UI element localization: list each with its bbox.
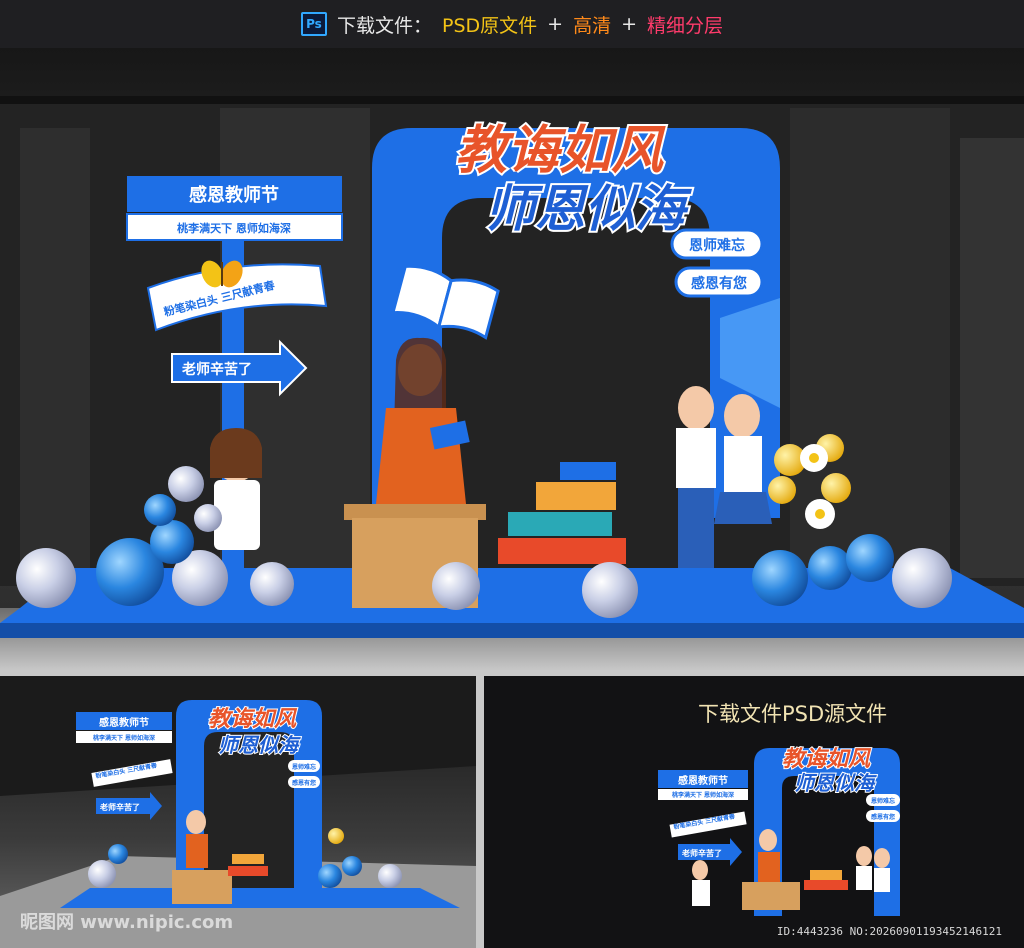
preview-sign-subtitle: 桃李满天下 恩师如海深 (672, 791, 734, 799)
page: Ps 下载文件： PSD原文件 + 高清 + 精细分层 教诲如风 师恩似海 恩师… (0, 0, 1024, 948)
preview-sign-title: 感恩教师节 (678, 774, 728, 787)
small-sign-title: 感恩教师节 (99, 716, 149, 729)
watermark-logo: 昵图网 www.nipic.com (20, 912, 234, 933)
download-header: Ps 下载文件： PSD原文件 + 高清 + 精细分层 (0, 0, 1024, 48)
preview-bubble2: 感恩有您 (871, 813, 895, 821)
download-label: 下载文件： (336, 14, 432, 37)
arrow-sign-label: 老师辛苦了 (182, 361, 252, 378)
sign-title: 感恩教师节 (189, 184, 279, 206)
preview-arrow-label: 老师辛苦了 (681, 848, 722, 858)
small-bubble1: 恩师难忘 (292, 763, 316, 771)
preview-bubble1: 恩师难忘 (871, 797, 895, 805)
bubble-grateful: 感恩有您 (691, 275, 747, 292)
main-render: 教诲如风 师恩似海 恩师难忘 感恩有您 感恩教师节 桃李满天下 恩师如海深 粉笔… (0, 48, 1024, 670)
photoshop-icon: Ps (300, 12, 327, 36)
small-bubble2: 感恩有您 (292, 779, 316, 787)
main-scene-svg: 教诲如风 师恩似海 恩师难忘 感恩有您 感恩教师节 桃李满天下 恩师如海深 粉笔… (0, 96, 1024, 670)
title-line1: 教诲如风 (455, 120, 666, 181)
preview-title-line2: 师恩似海 (794, 771, 877, 795)
student-figure-left (210, 428, 262, 550)
watermark-id: ID:4443236 NO:20260901193452146121 (776, 925, 1002, 938)
small-title-line2: 师恩似海 (218, 733, 301, 757)
layers-label: 精细分层 (647, 14, 724, 37)
small-title-line1: 教诲如风 (208, 706, 298, 732)
small-render: 教诲如风 师恩似海 感恩教师节 桃李满天下 恩师如海深 粉笔染白头 三尺献青春 … (0, 676, 476, 948)
small-arrow-label: 老师辛苦了 (99, 802, 140, 812)
flat-preview: 下载文件PSD源文件 教诲如风 师恩似海 感恩教师节 桃李满天下 恩师如海深 粉… (484, 676, 1024, 948)
plus-sign: + (547, 13, 564, 35)
hd-label: 高清 (573, 14, 612, 37)
plus-sign: + (621, 13, 637, 35)
psd-label: PSD原文件 (441, 14, 538, 37)
small-sign-subtitle: 桃李满天下 恩师如海深 (93, 734, 155, 742)
preview-download-text: 下载文件PSD源文件 (698, 702, 888, 726)
preview-title-line1: 教诲如风 (782, 746, 872, 772)
student-figure-boy (676, 386, 716, 568)
sign-subtitle: 桃李满天下 恩师如海深 (177, 221, 291, 235)
divider (476, 676, 484, 948)
title-line2: 师恩似海 (485, 179, 692, 238)
bubble-teacher-unforgettable: 恩师难忘 (689, 237, 745, 254)
